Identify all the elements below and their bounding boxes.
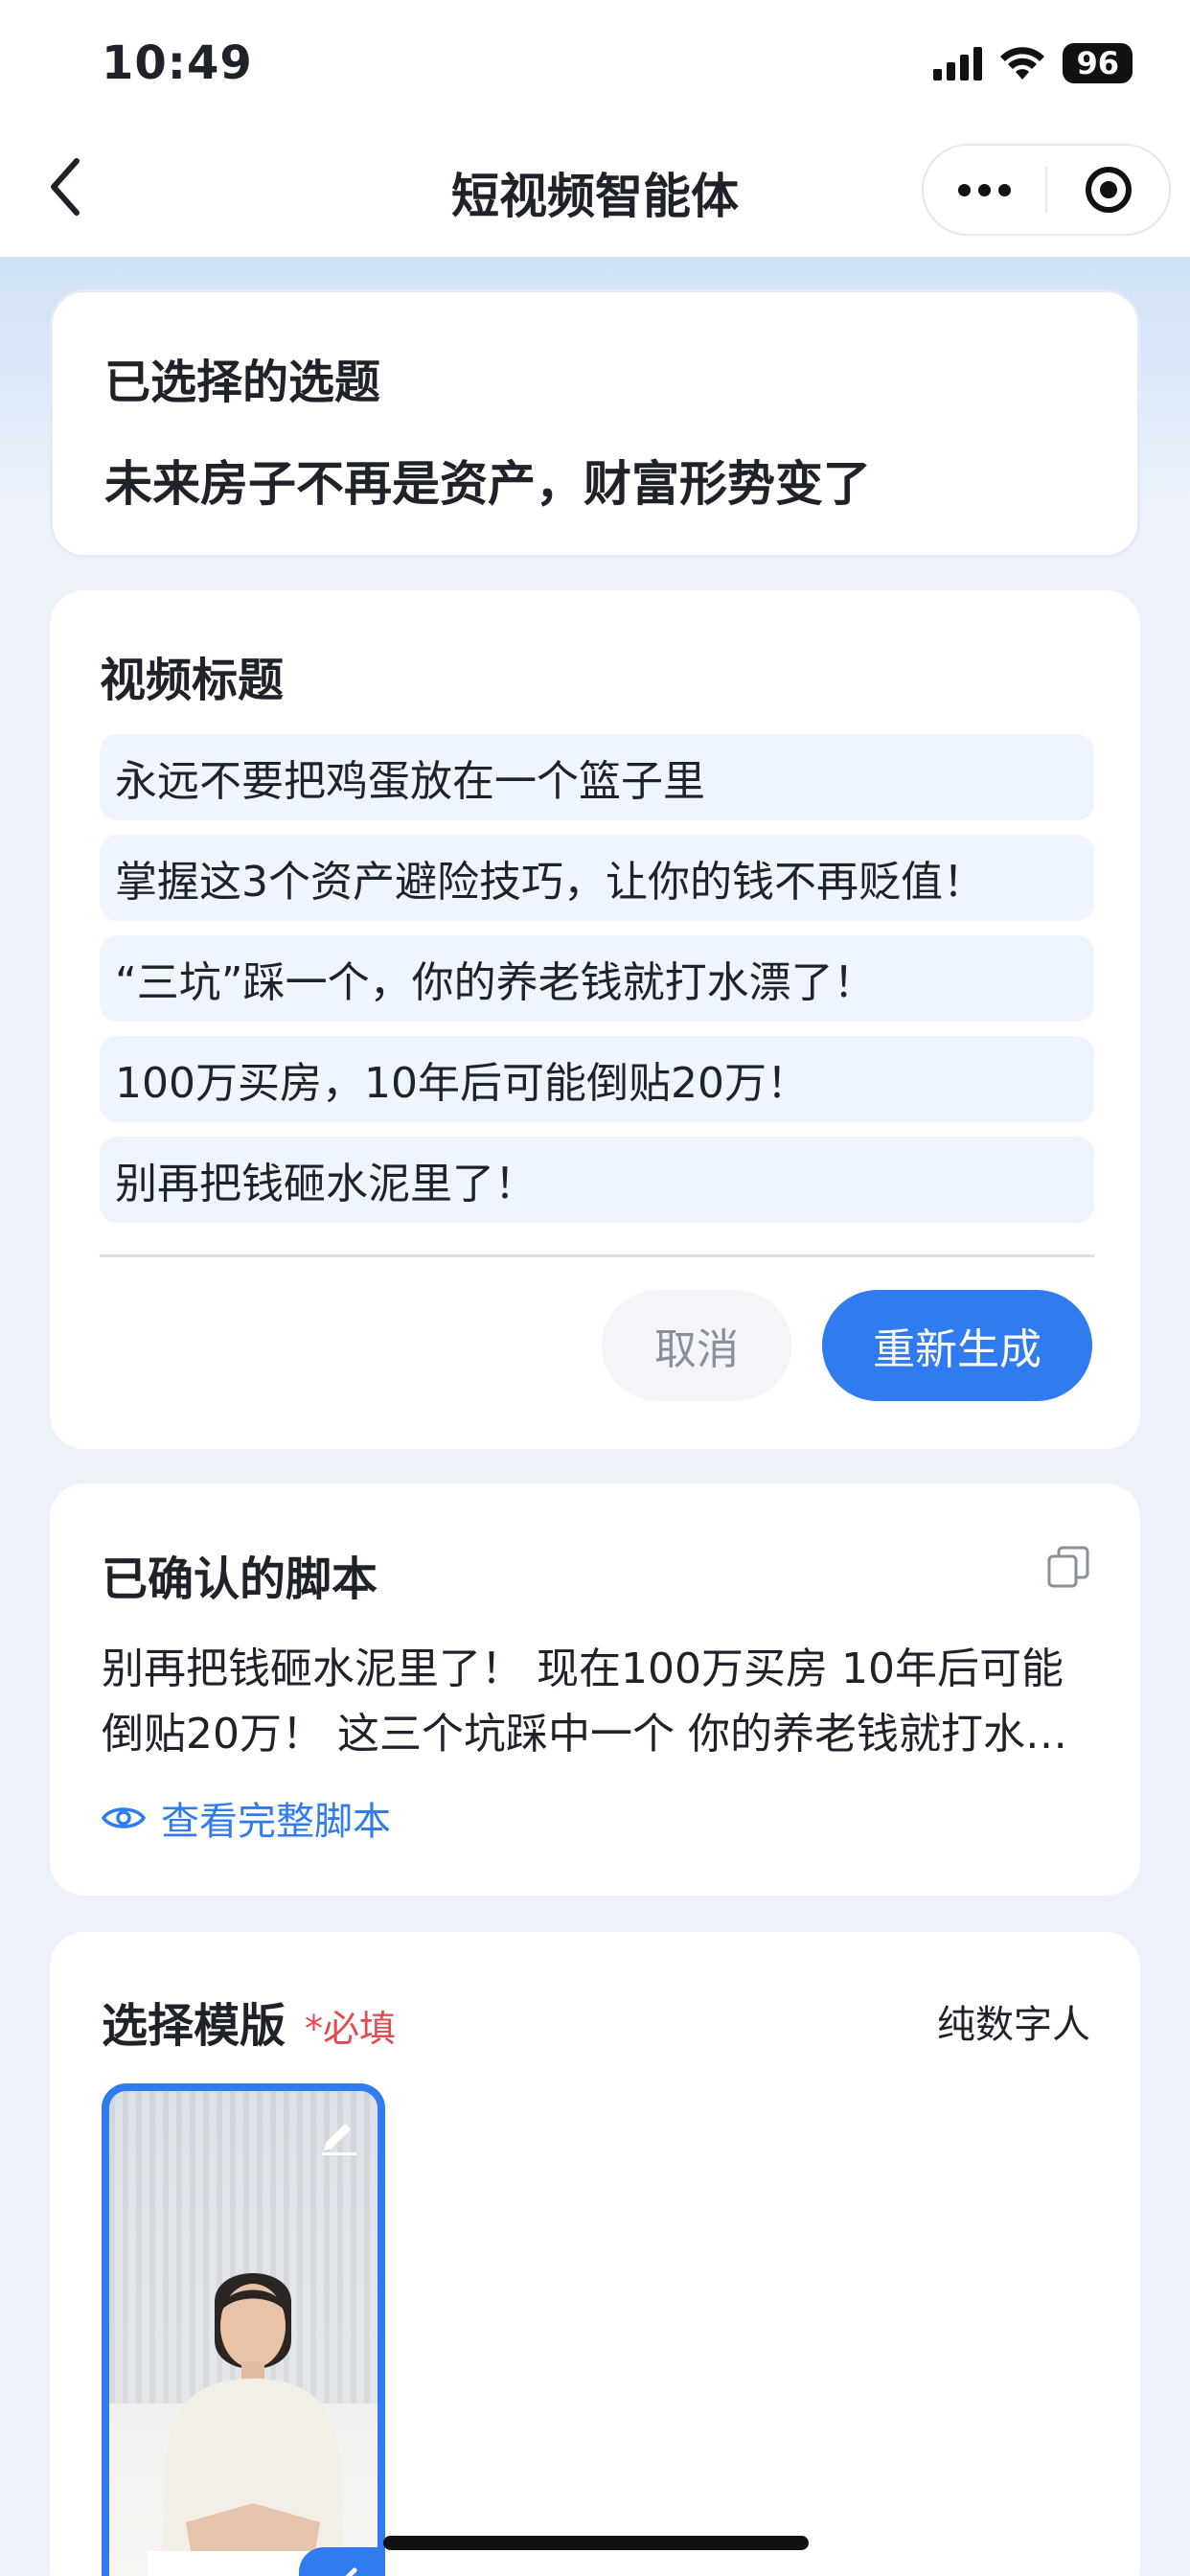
video-title-option[interactable]: 永远不要把鸡蛋放在一个篮子里	[100, 734, 1094, 820]
divider	[100, 1254, 1094, 1257]
required-label: *必填	[305, 2008, 397, 2050]
template-type-label: 纯数字人	[937, 2003, 1090, 2047]
video-title-option[interactable]: 别再把钱砸水泥里了！	[100, 1137, 1094, 1223]
battery-level: 96	[1063, 43, 1133, 83]
video-title-list: 永远不要把鸡蛋放在一个篮子里 掌握这3个资产避险技巧，让你的钱不再贬值！ “三坑…	[100, 734, 1094, 1237]
target-icon	[1085, 167, 1132, 213]
video-title-option[interactable]: 掌握这3个资产避险技巧，让你的钱不再贬值！	[100, 835, 1094, 921]
checkmark-icon	[345, 2567, 357, 2576]
more-dots-icon	[958, 183, 1011, 196]
selected-badge	[299, 2547, 378, 2576]
template-thumbnail[interactable]	[102, 2083, 385, 2576]
confirmed-script-card: 已确认的脚本 别再把钱砸水泥里了！ 现在100万买房 10年后可能倒贴20万！ …	[50, 1484, 1140, 1896]
presenter-image	[148, 2273, 358, 2576]
video-title-option[interactable]: “三坑”踩一个，你的养老钱就打水漂了！	[100, 935, 1094, 1022]
edit-icon[interactable]	[316, 2112, 360, 2156]
selected-topic-value: 未来房子不再是资产，财富形势变了	[104, 456, 871, 512]
view-full-script-link[interactable]: 查看完整脚本	[102, 1790, 391, 1846]
home-indicator[interactable]	[383, 2536, 809, 2550]
template-heading-row: 选择模版 *必填	[102, 1988, 396, 2055]
script-heading: 已确认的脚本	[102, 1552, 378, 1606]
top-bar: 10:49 96 短视频智能体	[0, 0, 1190, 257]
cellular-signal-icon	[933, 46, 983, 80]
mini-program-capsule	[922, 144, 1171, 236]
wifi-icon	[1000, 47, 1045, 80]
status-time: 10:49	[102, 36, 253, 90]
selected-topic-label: 已选择的选题	[104, 356, 381, 409]
script-preview-text: 别再把钱砸水泥里了！ 现在100万买房 10年后可能倒贴20万！ 这三个坑踩中一…	[102, 1644, 1067, 1759]
view-full-script-label: 查看完整脚本	[161, 1800, 391, 1844]
cancel-button[interactable]: 取消	[602, 1290, 791, 1401]
copy-icon[interactable]	[1046, 1545, 1090, 1589]
eye-icon	[102, 1807, 146, 1828]
regenerate-button[interactable]: 重新生成	[822, 1290, 1092, 1401]
selected-topic-card: 已选择的选题 未来房子不再是资产，财富形势变了	[50, 289, 1140, 558]
status-icons: 96	[933, 42, 1133, 84]
template-card: 选择模版 *必填 纯数字人	[50, 1932, 1140, 2576]
template-heading: 选择模版	[102, 1999, 286, 2053]
more-button[interactable]	[924, 183, 1045, 196]
video-titles-card: 视频标题 永远不要把鸡蛋放在一个篮子里 掌握这3个资产避险技巧，让你的钱不再贬值…	[50, 590, 1140, 1449]
close-mini-program-button[interactable]	[1047, 167, 1169, 213]
video-title-option[interactable]: 100万买房，10年后可能倒贴20万！	[100, 1036, 1094, 1122]
video-titles-heading: 视频标题	[100, 654, 285, 707]
